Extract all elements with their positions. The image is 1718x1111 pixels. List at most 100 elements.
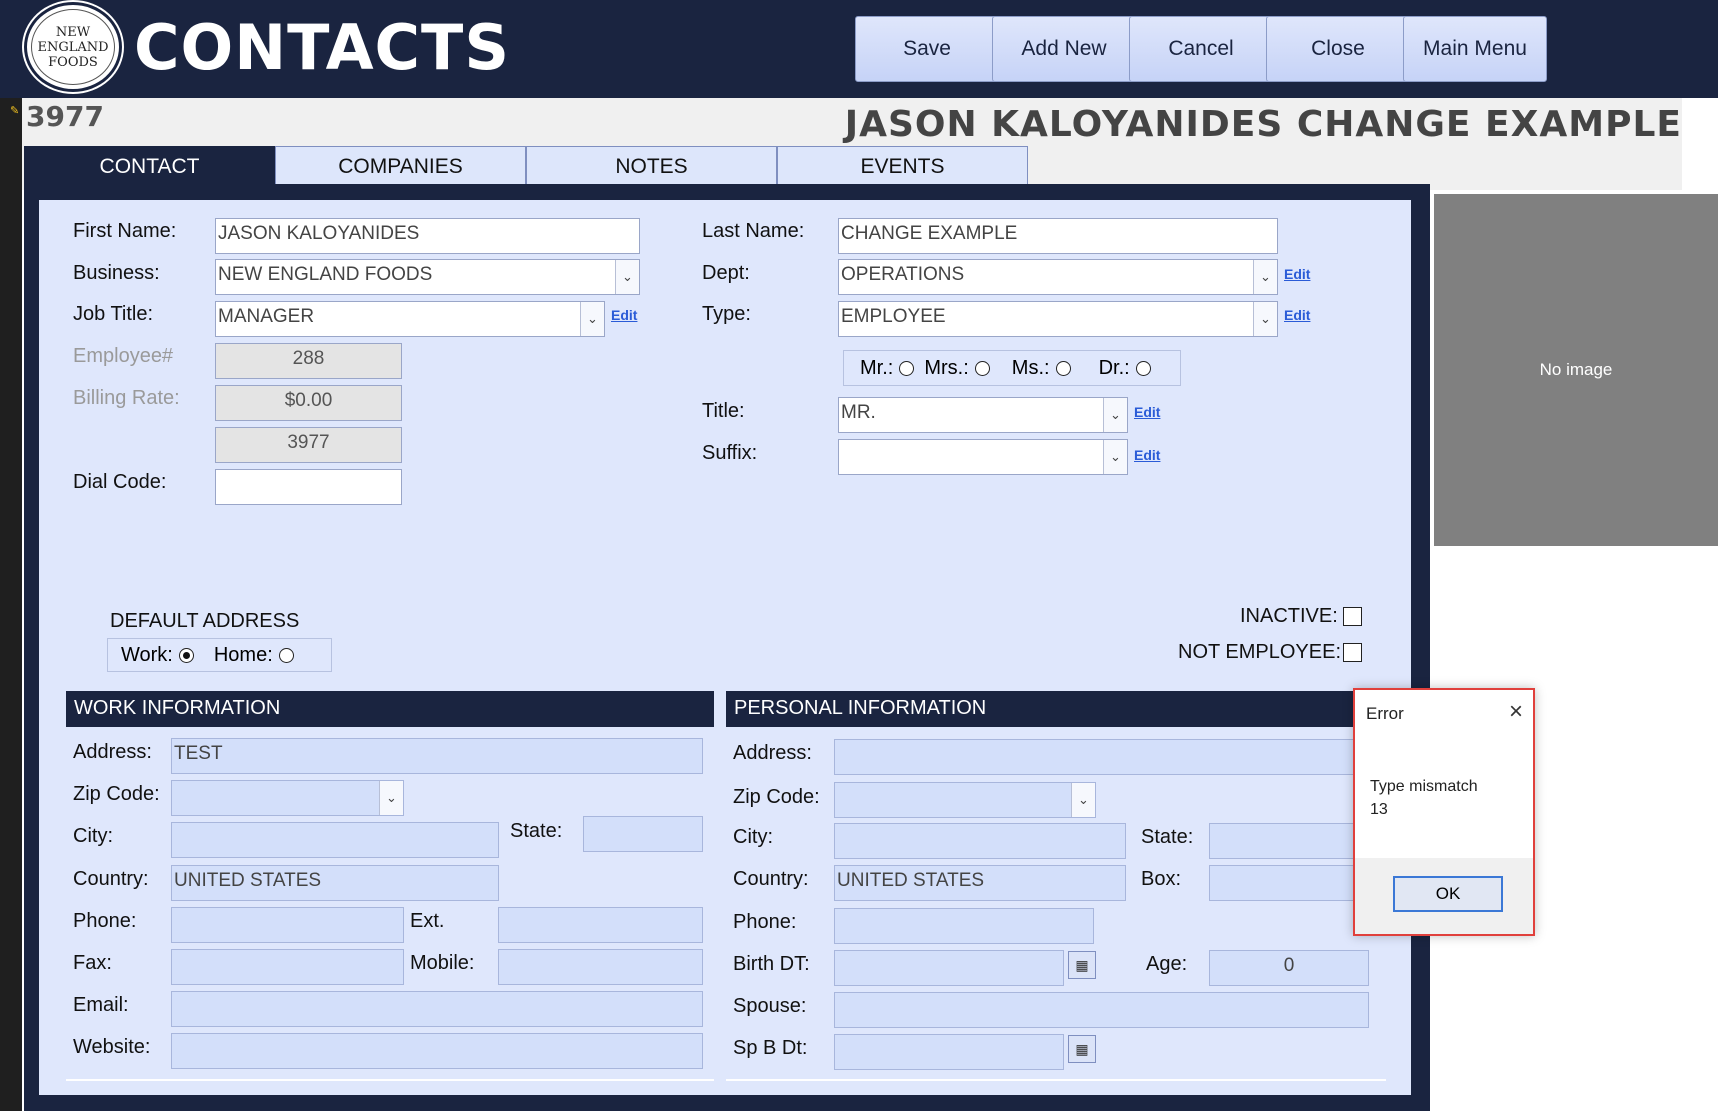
age-field: 0 — [1209, 950, 1369, 986]
job-title-edit-link[interactable]: Edit — [611, 307, 637, 323]
ms-radio[interactable] — [1055, 360, 1071, 376]
close-icon[interactable]: × — [1509, 698, 1523, 726]
work-email-field[interactable] — [171, 991, 703, 1027]
default-address-group: Work: Home: — [107, 638, 332, 672]
spouse-birth-date-field[interactable] — [834, 1034, 1064, 1070]
tab-contact[interactable]: CONTACT — [24, 146, 275, 186]
work-address-field[interactable]: TEST — [171, 738, 703, 774]
personal-city-label: City: — [733, 826, 773, 848]
personal-zip-select[interactable]: ⌄ — [834, 782, 1096, 818]
logo-text-line: ENGLAND — [37, 39, 109, 55]
spouse-label: Spouse: — [733, 995, 807, 1017]
inactive-checkbox[interactable] — [1343, 607, 1362, 626]
chevron-down-icon[interactable]: ⌄ — [1103, 440, 1127, 474]
work-ext-field[interactable] — [498, 907, 703, 943]
type-select[interactable]: EMPLOYEE ⌄ — [838, 301, 1278, 337]
dialog-message: Type mismatch — [1370, 778, 1478, 795]
main-menu-button[interactable]: Main Menu — [1403, 16, 1547, 82]
mrs-radio[interactable] — [974, 360, 990, 376]
personal-information-heading: PERSONAL INFORMATION — [726, 691, 1386, 727]
record-name: JASON KALOYANIDES CHANGE EXAMPLE — [844, 104, 1682, 145]
last-name-label: Last Name: — [702, 220, 805, 242]
chevron-down-icon[interactable]: ⌄ — [1071, 783, 1095, 817]
work-radio[interactable] — [178, 647, 194, 663]
chevron-down-icon[interactable]: ⌄ — [580, 302, 604, 336]
work-label: Work: — [121, 643, 173, 666]
type-edit-link[interactable]: Edit — [1284, 307, 1310, 323]
work-website-field[interactable] — [171, 1033, 703, 1069]
chevron-down-icon[interactable]: ⌄ — [1253, 302, 1277, 336]
suffix-edit-link[interactable]: Edit — [1134, 447, 1160, 463]
personal-city-field[interactable] — [834, 823, 1126, 859]
chevron-down-icon[interactable]: ⌄ — [1253, 260, 1277, 294]
work-zip-select[interactable]: ⌄ — [171, 780, 404, 816]
suffix-select[interactable]: ⌄ — [838, 439, 1128, 475]
add-new-button[interactable]: Add New — [992, 16, 1136, 82]
first-name-field[interactable]: JASON KALOYANIDES — [215, 218, 640, 254]
work-country-field[interactable]: UNITED STATES — [171, 865, 499, 901]
chevron-down-icon[interactable]: ⌄ — [1103, 398, 1127, 432]
calendar-icon[interactable]: ▦ — [1068, 1035, 1096, 1063]
personal-phone-field[interactable] — [834, 908, 1094, 944]
personal-box-field[interactable] — [1209, 865, 1374, 901]
title-value: MR. — [841, 402, 876, 423]
dept-select[interactable]: OPERATIONS ⌄ — [838, 259, 1278, 295]
dial-code-label: Dial Code: — [73, 471, 167, 493]
work-city-field[interactable] — [171, 822, 499, 858]
home-radio[interactable] — [278, 647, 294, 663]
last-name-field[interactable]: CHANGE EXAMPLE — [838, 218, 1278, 254]
first-name-label: First Name: — [73, 220, 177, 242]
job-title-select[interactable]: MANAGER ⌄ — [215, 301, 605, 337]
pencil-icon: ✎ — [10, 105, 20, 117]
personal-country-field[interactable]: UNITED STATES — [834, 865, 1126, 901]
not-employee-checkbox[interactable] — [1343, 643, 1362, 662]
spouse-field[interactable] — [834, 992, 1369, 1028]
business-label: Business: — [73, 262, 160, 284]
work-phone-label: Phone: — [73, 910, 137, 932]
mr-radio[interactable] — [899, 360, 915, 376]
work-email-label: Email: — [73, 994, 129, 1016]
tab-events[interactable]: EVENTS — [777, 146, 1028, 186]
work-fax-field[interactable] — [171, 949, 404, 985]
spouse-birth-date-label: Sp B Dt: — [733, 1037, 808, 1059]
save-button[interactable]: Save — [855, 16, 999, 82]
dial-code-field[interactable] — [215, 469, 402, 505]
ok-button[interactable]: OK — [1393, 876, 1503, 912]
work-phone-field[interactable] — [171, 907, 404, 943]
cancel-button[interactable]: Cancel — [1129, 16, 1273, 82]
record-selector-strip — [0, 98, 22, 1111]
dept-value: OPERATIONS — [841, 264, 965, 285]
work-country-label: Country: — [73, 868, 149, 890]
title-label: Title: — [702, 400, 745, 422]
work-ext-label: Ext. — [410, 910, 445, 932]
billing-rate-label: Billing Rate: — [73, 387, 180, 409]
business-select[interactable]: NEW ENGLAND FOODS ⌄ — [215, 259, 640, 295]
inactive-label: INACTIVE: — [1240, 605, 1338, 627]
age-label: Age: — [1146, 953, 1188, 975]
chevron-down-icon[interactable]: ⌄ — [379, 781, 403, 815]
work-mobile-field[interactable] — [498, 949, 703, 985]
dr-radio[interactable] — [1135, 360, 1151, 376]
logo-text-line: NEW — [55, 24, 91, 40]
tab-notes[interactable]: NOTES — [526, 146, 777, 186]
business-value: NEW ENGLAND FOODS — [218, 264, 433, 285]
personal-box-label: Box: — [1141, 868, 1182, 890]
personal-address-field[interactable] — [834, 739, 1374, 775]
close-button[interactable]: Close — [1266, 16, 1410, 82]
work-state-field[interactable] — [583, 816, 703, 852]
work-city-label: City: — [73, 825, 113, 847]
personal-state-field[interactable] — [1209, 823, 1374, 859]
title-select[interactable]: MR. ⌄ — [838, 397, 1128, 433]
tab-companies[interactable]: COMPANIES — [275, 146, 526, 186]
mrs-label: Mrs.: — [924, 356, 969, 379]
title-edit-link[interactable]: Edit — [1134, 404, 1160, 420]
type-value: EMPLOYEE — [841, 306, 946, 327]
calendar-icon[interactable]: ▦ — [1068, 951, 1096, 979]
app-title: CONTACTS — [134, 11, 511, 84]
dialog-title: Error — [1366, 704, 1404, 723]
dept-edit-link[interactable]: Edit — [1284, 266, 1310, 282]
birth-date-field[interactable] — [834, 950, 1064, 986]
chevron-down-icon[interactable]: ⌄ — [615, 260, 639, 294]
personal-phone-label: Phone: — [733, 911, 797, 933]
billing-rate-field: $0.00 — [215, 385, 402, 421]
